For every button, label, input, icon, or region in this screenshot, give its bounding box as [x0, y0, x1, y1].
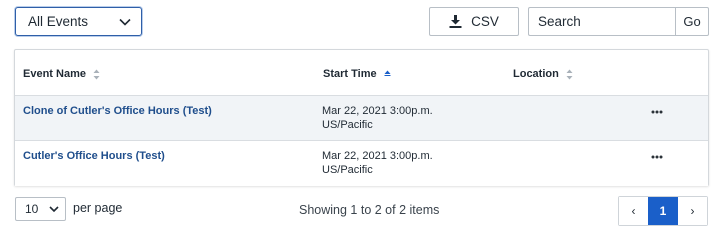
event-name-link[interactable]: Clone of Cutler's Office Hours (Test) [23, 105, 212, 117]
pagination: ‹ 1 › [618, 196, 708, 226]
more-horizontal-icon[interactable] [650, 154, 664, 160]
start-timezone: US/Pacific [322, 164, 373, 176]
column-label: Event Name [23, 68, 86, 80]
start-timezone: US/Pacific [322, 119, 373, 131]
chevron-down-icon [49, 206, 59, 213]
column-header-event-name[interactable]: Event Name [23, 68, 100, 80]
sort-icon [93, 69, 100, 79]
column-label: Start Time [323, 68, 377, 80]
table-row: Cutler's Office Hours (Test) Mar 22, 202… [15, 141, 708, 186]
table-header: Event Name Start Time Location [15, 50, 708, 96]
csv-export-button[interactable]: CSV [429, 7, 519, 36]
pagination-summary: Showing 1 to 2 of 2 items [299, 203, 440, 217]
start-date: Mar 22, 2021 3:00p.m. [322, 105, 433, 117]
page-size-value: 10 [25, 202, 39, 216]
page-size-select[interactable]: 10 [15, 197, 66, 221]
event-filter-value: All Events [28, 14, 89, 29]
per-page-label: per page [73, 201, 123, 215]
events-table: Event Name Start Time Location Clone of … [14, 49, 709, 186]
previous-page-button[interactable]: ‹ [619, 197, 648, 225]
go-button[interactable]: Go [675, 7, 709, 36]
table-row: Clone of Cutler's Office Hours (Test) Ma… [15, 96, 708, 141]
next-page-button[interactable]: › [678, 197, 707, 225]
column-label: Location [513, 68, 559, 80]
column-header-start-time[interactable]: Start Time [323, 68, 391, 80]
more-horizontal-icon[interactable] [650, 109, 664, 115]
sort-ascending-icon [384, 70, 391, 76]
sort-icon [566, 69, 573, 79]
event-filter-select[interactable]: All Events [15, 7, 142, 36]
download-icon [449, 15, 462, 28]
chevron-down-icon [119, 18, 131, 26]
event-name-link[interactable]: Cutler's Office Hours (Test) [23, 150, 165, 162]
start-date: Mar 22, 2021 3:00p.m. [322, 150, 433, 162]
search-input[interactable] [528, 7, 676, 36]
column-header-location[interactable]: Location [513, 68, 573, 80]
page-1-button[interactable]: 1 [648, 197, 678, 225]
csv-label: CSV [471, 14, 499, 29]
